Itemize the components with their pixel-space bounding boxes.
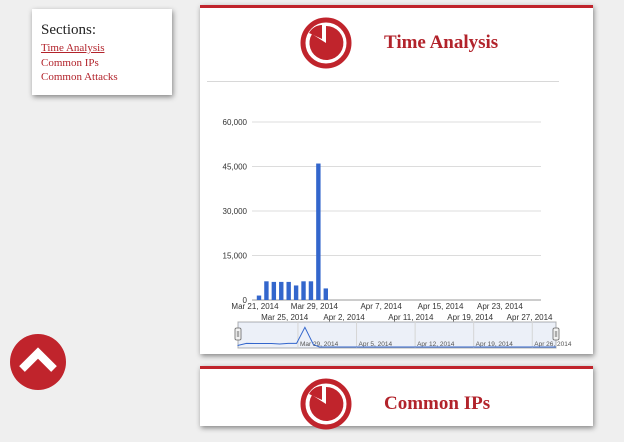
nav-link-common-ips[interactable]: Common IPs [41, 56, 163, 71]
pie-chart-logo-icon [300, 378, 352, 430]
chart-navigator[interactable]: Mar 29, 2014 Apr 5, 2014 Apr 12, 2014 Apr 1… [234, 321, 572, 349]
scroll-to-top-button[interactable] [10, 334, 66, 390]
card-title: Common IPs [384, 393, 491, 414]
bar [256, 295, 262, 300]
bar [301, 281, 306, 300]
x-tick-label: Apr 23, 2014 [477, 302, 523, 311]
nav-link-common-attacks[interactable]: Common Attacks [41, 70, 163, 85]
bar [308, 281, 314, 300]
time-analysis-card: Time Analysis 0 15,000 30,000 45,000 60,000 … [200, 5, 593, 354]
card-divider [207, 81, 559, 82]
y-tick-label: 60,000 [223, 118, 248, 127]
common-ips-card: Common IPs [200, 366, 593, 430]
pie-chart-logo-icon [300, 17, 352, 69]
bar [316, 163, 321, 300]
sections-nav: Sections: Time Analysis Common IPs Commo… [32, 9, 172, 95]
y-tick-label: 15,000 [223, 252, 248, 261]
y-tick-label: 45,000 [223, 163, 248, 172]
card-header: Time Analysis [200, 8, 593, 81]
navigator-handle[interactable] [552, 327, 560, 341]
chevron-up-icon [19, 347, 57, 372]
x-tick-label: Apr 11, 2014 [388, 313, 434, 322]
x-tick-label: Apr 2, 2014 [323, 313, 365, 322]
x-tick-label: Apr 27, 2014 [507, 313, 553, 322]
bar [279, 281, 284, 300]
bar [293, 285, 299, 300]
y-tick-label: 30,000 [223, 207, 248, 216]
x-tick-label: Mar 25, 2014 [261, 313, 309, 322]
navigator-handle[interactable] [234, 327, 242, 341]
bar [286, 281, 291, 300]
x-tick-label: Mar 29, 2014 [291, 302, 339, 311]
bar [323, 288, 328, 300]
nav-link-time-analysis[interactable]: Time Analysis [41, 41, 163, 56]
bar [271, 281, 277, 300]
x-tick-label: Apr 15, 2014 [418, 302, 464, 311]
x-tick-label: Apr 7, 2014 [360, 302, 402, 311]
card-header: Common IPs [200, 369, 593, 442]
x-tick-label: Apr 19, 2014 [447, 313, 493, 322]
sections-title: Sections: [41, 22, 96, 38]
x-tick-label: Mar 21, 2014 [231, 302, 279, 311]
bar [264, 281, 269, 300]
time-analysis-chart: 015,00030,00045,00060,000 Mar 21, 2014 Ma… [223, 118, 572, 349]
card-title: Time Analysis [384, 32, 499, 53]
